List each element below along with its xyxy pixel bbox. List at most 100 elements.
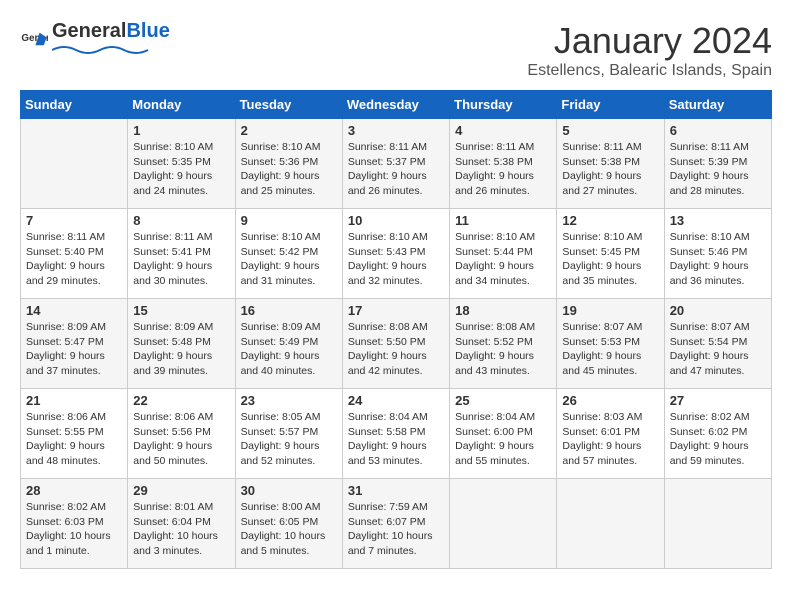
logo: General GeneralBlue [20,20,170,61]
day-info: Sunrise: 8:10 AMSunset: 5:46 PMDaylight:… [670,230,766,289]
day-info: Sunrise: 8:09 AMSunset: 5:48 PMDaylight:… [133,320,229,379]
calendar-day-cell: 3 Sunrise: 8:11 AMSunset: 5:37 PMDaylight… [342,119,449,209]
day-info: Sunrise: 8:10 AMSunset: 5:35 PMDaylight:… [133,140,229,199]
day-info: Sunrise: 8:11 AMSunset: 5:39 PMDaylight:… [670,140,766,199]
logo-icon: General [20,27,48,55]
day-info: Sunrise: 8:10 AMSunset: 5:44 PMDaylight:… [455,230,551,289]
day-number: 1 [133,123,229,138]
day-number: 15 [133,303,229,318]
calendar-day-cell: 27 Sunrise: 8:02 AMSunset: 6:02 PMDayligh… [664,389,771,479]
day-number: 9 [241,213,337,228]
day-number: 2 [241,123,337,138]
calendar-week-row: 14Sunrise: 8:09 AMSunset: 5:47 PMDayligh… [21,299,772,389]
calendar-day-cell: 19 Sunrise: 8:07 AMSunset: 5:53 PMDayligh… [557,299,664,389]
day-number: 23 [241,393,337,408]
day-number: 17 [348,303,444,318]
day-info: Sunrise: 8:10 AMSunset: 5:45 PMDaylight:… [562,230,658,289]
calendar-week-row: 7 Sunrise: 8:11 AMSunset: 5:40 PMDaylight… [21,209,772,299]
day-info: Sunrise: 8:11 AMSunset: 5:37 PMDaylight:… [348,140,444,199]
day-info: Sunrise: 8:08 AMSunset: 5:50 PMDaylight:… [348,320,444,379]
day-number: 26 [562,393,658,408]
day-number: 14 [26,303,122,318]
calendar-day-cell: 21Sunrise: 8:06 AMSunset: 5:55 PMDayligh… [21,389,128,479]
calendar-day-cell: 23 Sunrise: 8:05 AMSunset: 5:57 PMDayligh… [235,389,342,479]
calendar-day-cell: 22 Sunrise: 8:06 AMSunset: 5:56 PMDayligh… [128,389,235,479]
day-number: 13 [670,213,766,228]
day-number: 28 [26,483,122,498]
calendar-table: SundayMondayTuesdayWednesdayThursdayFrid… [20,90,772,569]
day-info: Sunrise: 8:07 AMSunset: 5:54 PMDaylight:… [670,320,766,379]
logo-wave [52,44,152,56]
weekday-header-row: SundayMondayTuesdayWednesdayThursdayFrid… [21,91,772,119]
weekday-header-cell: Sunday [21,91,128,119]
day-info: Sunrise: 8:07 AMSunset: 5:53 PMDaylight:… [562,320,658,379]
day-number: 22 [133,393,229,408]
day-info: Sunrise: 8:03 AMSunset: 6:01 PMDaylight:… [562,410,658,469]
day-info: Sunrise: 8:06 AMSunset: 5:55 PMDaylight:… [26,410,122,469]
month-title: January 2024 [527,20,772,62]
calendar-day-cell: 25 Sunrise: 8:04 AMSunset: 6:00 PMDayligh… [450,389,557,479]
calendar-day-cell [557,479,664,569]
day-number: 16 [241,303,337,318]
day-info: Sunrise: 8:10 AMSunset: 5:43 PMDaylight:… [348,230,444,289]
calendar-day-cell: 6Sunrise: 8:11 AMSunset: 5:39 PMDaylight… [664,119,771,209]
day-info: Sunrise: 8:11 AMSunset: 5:38 PMDaylight:… [455,140,551,199]
day-number: 27 [670,393,766,408]
logo-blue-text: Blue [126,20,169,43]
calendar-day-cell: 16 Sunrise: 8:09 AMSunset: 5:49 PMDayligh… [235,299,342,389]
day-info: Sunrise: 8:06 AMSunset: 5:56 PMDaylight:… [133,410,229,469]
day-info: Sunrise: 8:04 AMSunset: 6:00 PMDaylight:… [455,410,551,469]
calendar-day-cell: 28Sunrise: 8:02 AMSunset: 6:03 PMDayligh… [21,479,128,569]
day-number: 24 [348,393,444,408]
calendar-day-cell: 9 Sunrise: 8:10 AMSunset: 5:42 PMDaylight… [235,209,342,299]
day-number: 19 [562,303,658,318]
day-number: 25 [455,393,551,408]
location-subtitle: Estellencs, Balearic Islands, Spain [527,62,772,80]
calendar-day-cell: 18 Sunrise: 8:08 AMSunset: 5:52 PMDayligh… [450,299,557,389]
calendar-body: 1 Sunrise: 8:10 AMSunset: 5:35 PMDaylight… [21,119,772,569]
day-info: Sunrise: 8:11 AMSunset: 5:41 PMDaylight:… [133,230,229,289]
weekday-header-cell: Tuesday [235,91,342,119]
calendar-day-cell: 20 Sunrise: 8:07 AMSunset: 5:54 PMDayligh… [664,299,771,389]
day-number: 8 [133,213,229,228]
day-number: 30 [241,483,337,498]
calendar-day-cell [664,479,771,569]
calendar-day-cell: 31 Sunrise: 7:59 AMSunset: 6:07 PMDayligh… [342,479,449,569]
calendar-day-cell: 26 Sunrise: 8:03 AMSunset: 6:01 PMDayligh… [557,389,664,479]
day-number: 20 [670,303,766,318]
day-info: Sunrise: 8:05 AMSunset: 5:57 PMDaylight:… [241,410,337,469]
day-number: 12 [562,213,658,228]
day-info: Sunrise: 8:10 AMSunset: 5:42 PMDaylight:… [241,230,337,289]
calendar-day-cell: 8 Sunrise: 8:11 AMSunset: 5:41 PMDaylight… [128,209,235,299]
day-info: Sunrise: 8:02 AMSunset: 6:02 PMDaylight:… [670,410,766,469]
title-block: January 2024 Estellencs, Balearic Island… [527,20,772,80]
calendar-day-cell [21,119,128,209]
day-info: Sunrise: 8:10 AMSunset: 5:36 PMDaylight:… [241,140,337,199]
day-info: Sunrise: 8:09 AMSunset: 5:49 PMDaylight:… [241,320,337,379]
day-number: 3 [348,123,444,138]
logo-general-text: General [52,20,126,43]
day-info: Sunrise: 8:11 AMSunset: 5:40 PMDaylight:… [26,230,122,289]
calendar-day-cell: 11 Sunrise: 8:10 AMSunset: 5:44 PMDayligh… [450,209,557,299]
calendar-day-cell: 7 Sunrise: 8:11 AMSunset: 5:40 PMDaylight… [21,209,128,299]
weekday-header-cell: Monday [128,91,235,119]
day-number: 31 [348,483,444,498]
day-info: Sunrise: 8:01 AMSunset: 6:04 PMDaylight:… [133,500,229,559]
day-info: Sunrise: 8:08 AMSunset: 5:52 PMDaylight:… [455,320,551,379]
weekday-header-cell: Saturday [664,91,771,119]
calendar-day-cell: 5Sunrise: 8:11 AMSunset: 5:38 PMDaylight… [557,119,664,209]
calendar-week-row: 1 Sunrise: 8:10 AMSunset: 5:35 PMDaylight… [21,119,772,209]
calendar-day-cell: 29Sunrise: 8:01 AMSunset: 6:04 PMDayligh… [128,479,235,569]
calendar-week-row: 21Sunrise: 8:06 AMSunset: 5:55 PMDayligh… [21,389,772,479]
calendar-day-cell: 4Sunrise: 8:11 AMSunset: 5:38 PMDaylight… [450,119,557,209]
day-number: 10 [348,213,444,228]
calendar-day-cell: 13 Sunrise: 8:10 AMSunset: 5:46 PMDayligh… [664,209,771,299]
calendar-day-cell: 14Sunrise: 8:09 AMSunset: 5:47 PMDayligh… [21,299,128,389]
calendar-day-cell: 1 Sunrise: 8:10 AMSunset: 5:35 PMDaylight… [128,119,235,209]
day-number: 7 [26,213,122,228]
day-number: 18 [455,303,551,318]
calendar-day-cell: 15 Sunrise: 8:09 AMSunset: 5:48 PMDayligh… [128,299,235,389]
calendar-day-cell: 2 Sunrise: 8:10 AMSunset: 5:36 PMDaylight… [235,119,342,209]
day-info: Sunrise: 7:59 AMSunset: 6:07 PMDaylight:… [348,500,444,559]
day-number: 11 [455,213,551,228]
